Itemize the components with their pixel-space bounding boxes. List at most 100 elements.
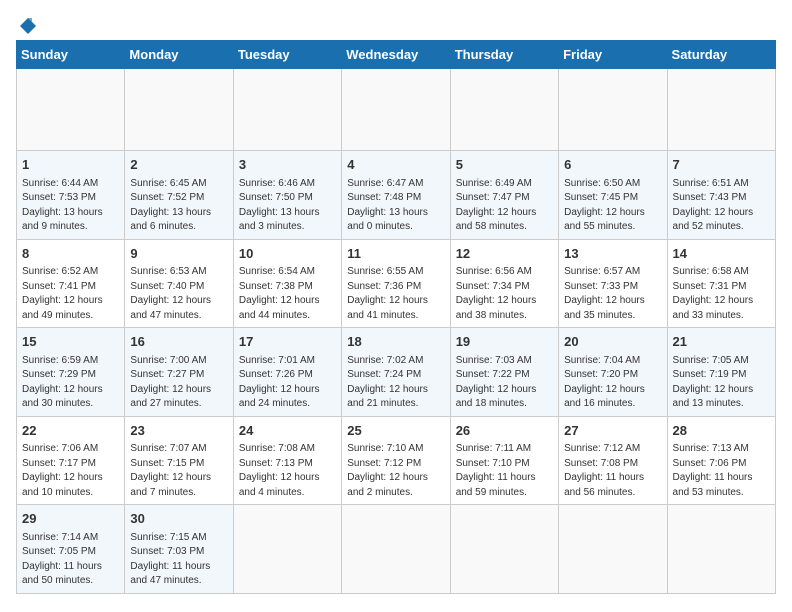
day-number: 26 <box>456 421 553 441</box>
calendar-week-row: 15Sunrise: 6:59 AMSunset: 7:29 PMDayligh… <box>17 328 776 417</box>
weekday-header-wednesday: Wednesday <box>342 41 450 69</box>
calendar-cell: 13Sunrise: 6:57 AMSunset: 7:33 PMDayligh… <box>559 239 667 328</box>
calendar-cell: 22Sunrise: 7:06 AMSunset: 7:17 PMDayligh… <box>17 416 125 505</box>
calendar-cell: 4Sunrise: 6:47 AMSunset: 7:48 PMDaylight… <box>342 151 450 240</box>
day-number: 3 <box>239 155 336 175</box>
day-info: Sunrise: 7:04 AMSunset: 7:20 PMDaylight:… <box>564 354 661 412</box>
day-info: Sunrise: 6:53 AMSunset: 7:40 PMDaylight:… <box>130 265 227 323</box>
day-number: 25 <box>347 421 444 441</box>
day-info: Sunrise: 7:01 AMSunset: 7:26 PMDaylight:… <box>239 354 336 412</box>
calendar-cell <box>125 69 233 151</box>
day-number: 1 <box>22 155 119 175</box>
day-info: Sunrise: 6:50 AMSunset: 7:45 PMDaylight:… <box>564 177 661 235</box>
day-info: Sunrise: 7:05 AMSunset: 7:19 PMDaylight:… <box>673 354 770 412</box>
day-info: Sunrise: 7:15 AMSunset: 7:03 PMDaylight:… <box>130 531 227 589</box>
calendar-cell: 10Sunrise: 6:54 AMSunset: 7:38 PMDayligh… <box>233 239 341 328</box>
day-info: Sunrise: 6:54 AMSunset: 7:38 PMDaylight:… <box>239 265 336 323</box>
calendar-table: SundayMondayTuesdayWednesdayThursdayFrid… <box>16 40 776 594</box>
weekday-header-saturday: Saturday <box>667 41 775 69</box>
calendar-cell: 11Sunrise: 6:55 AMSunset: 7:36 PMDayligh… <box>342 239 450 328</box>
day-info: Sunrise: 6:46 AMSunset: 7:50 PMDaylight:… <box>239 177 336 235</box>
calendar-week-row: 8Sunrise: 6:52 AMSunset: 7:41 PMDaylight… <box>17 239 776 328</box>
day-number: 21 <box>673 332 770 352</box>
calendar-cell: 26Sunrise: 7:11 AMSunset: 7:10 PMDayligh… <box>450 416 558 505</box>
day-number: 20 <box>564 332 661 352</box>
calendar-cell: 7Sunrise: 6:51 AMSunset: 7:43 PMDaylight… <box>667 151 775 240</box>
day-info: Sunrise: 6:55 AMSunset: 7:36 PMDaylight:… <box>347 265 444 323</box>
calendar-cell: 20Sunrise: 7:04 AMSunset: 7:20 PMDayligh… <box>559 328 667 417</box>
day-info: Sunrise: 6:52 AMSunset: 7:41 PMDaylight:… <box>22 265 119 323</box>
day-number: 28 <box>673 421 770 441</box>
calendar-cell <box>233 505 341 594</box>
day-info: Sunrise: 7:10 AMSunset: 7:12 PMDaylight:… <box>347 442 444 500</box>
day-info: Sunrise: 7:03 AMSunset: 7:22 PMDaylight:… <box>456 354 553 412</box>
calendar-cell: 6Sunrise: 6:50 AMSunset: 7:45 PMDaylight… <box>559 151 667 240</box>
day-info: Sunrise: 7:00 AMSunset: 7:27 PMDaylight:… <box>130 354 227 412</box>
weekday-header-sunday: Sunday <box>17 41 125 69</box>
calendar-cell: 15Sunrise: 6:59 AMSunset: 7:29 PMDayligh… <box>17 328 125 417</box>
day-number: 16 <box>130 332 227 352</box>
day-info: Sunrise: 6:44 AMSunset: 7:53 PMDaylight:… <box>22 177 119 235</box>
calendar-cell: 29Sunrise: 7:14 AMSunset: 7:05 PMDayligh… <box>17 505 125 594</box>
day-number: 6 <box>564 155 661 175</box>
day-info: Sunrise: 6:56 AMSunset: 7:34 PMDaylight:… <box>456 265 553 323</box>
calendar-cell: 19Sunrise: 7:03 AMSunset: 7:22 PMDayligh… <box>450 328 558 417</box>
calendar-cell <box>559 69 667 151</box>
day-info: Sunrise: 7:13 AMSunset: 7:06 PMDaylight:… <box>673 442 770 500</box>
day-number: 23 <box>130 421 227 441</box>
calendar-week-row: 22Sunrise: 7:06 AMSunset: 7:17 PMDayligh… <box>17 416 776 505</box>
calendar-cell <box>233 69 341 151</box>
day-number: 2 <box>130 155 227 175</box>
calendar-cell: 2Sunrise: 6:45 AMSunset: 7:52 PMDaylight… <box>125 151 233 240</box>
day-info: Sunrise: 6:59 AMSunset: 7:29 PMDaylight:… <box>22 354 119 412</box>
day-info: Sunrise: 7:07 AMSunset: 7:15 PMDaylight:… <box>130 442 227 500</box>
day-info: Sunrise: 6:49 AMSunset: 7:47 PMDaylight:… <box>456 177 553 235</box>
calendar-cell <box>667 505 775 594</box>
calendar-cell: 8Sunrise: 6:52 AMSunset: 7:41 PMDaylight… <box>17 239 125 328</box>
calendar-cell: 30Sunrise: 7:15 AMSunset: 7:03 PMDayligh… <box>125 505 233 594</box>
day-number: 13 <box>564 244 661 264</box>
calendar-cell: 17Sunrise: 7:01 AMSunset: 7:26 PMDayligh… <box>233 328 341 417</box>
day-info: Sunrise: 6:51 AMSunset: 7:43 PMDaylight:… <box>673 177 770 235</box>
day-number: 4 <box>347 155 444 175</box>
calendar-cell: 28Sunrise: 7:13 AMSunset: 7:06 PMDayligh… <box>667 416 775 505</box>
calendar-cell: 27Sunrise: 7:12 AMSunset: 7:08 PMDayligh… <box>559 416 667 505</box>
weekday-header-friday: Friday <box>559 41 667 69</box>
calendar-cell <box>559 505 667 594</box>
calendar-cell: 24Sunrise: 7:08 AMSunset: 7:13 PMDayligh… <box>233 416 341 505</box>
day-info: Sunrise: 6:58 AMSunset: 7:31 PMDaylight:… <box>673 265 770 323</box>
calendar-cell: 18Sunrise: 7:02 AMSunset: 7:24 PMDayligh… <box>342 328 450 417</box>
calendar-cell: 3Sunrise: 6:46 AMSunset: 7:50 PMDaylight… <box>233 151 341 240</box>
logo-icon <box>18 16 38 36</box>
day-info: Sunrise: 7:06 AMSunset: 7:17 PMDaylight:… <box>22 442 119 500</box>
day-number: 7 <box>673 155 770 175</box>
calendar-cell <box>450 69 558 151</box>
day-number: 10 <box>239 244 336 264</box>
day-number: 15 <box>22 332 119 352</box>
calendar-cell: 5Sunrise: 6:49 AMSunset: 7:47 PMDaylight… <box>450 151 558 240</box>
day-number: 8 <box>22 244 119 264</box>
weekday-header-thursday: Thursday <box>450 41 558 69</box>
day-info: Sunrise: 6:45 AMSunset: 7:52 PMDaylight:… <box>130 177 227 235</box>
day-number: 17 <box>239 332 336 352</box>
calendar-cell: 12Sunrise: 6:56 AMSunset: 7:34 PMDayligh… <box>450 239 558 328</box>
day-info: Sunrise: 7:08 AMSunset: 7:13 PMDaylight:… <box>239 442 336 500</box>
weekday-header-monday: Monday <box>125 41 233 69</box>
page-header <box>16 16 776 32</box>
day-number: 9 <box>130 244 227 264</box>
calendar-cell <box>342 69 450 151</box>
day-info: Sunrise: 7:11 AMSunset: 7:10 PMDaylight:… <box>456 442 553 500</box>
day-number: 14 <box>673 244 770 264</box>
day-number: 29 <box>22 509 119 529</box>
day-number: 11 <box>347 244 444 264</box>
day-number: 19 <box>456 332 553 352</box>
calendar-cell <box>17 69 125 151</box>
calendar-cell <box>450 505 558 594</box>
calendar-cell: 9Sunrise: 6:53 AMSunset: 7:40 PMDaylight… <box>125 239 233 328</box>
day-info: Sunrise: 6:47 AMSunset: 7:48 PMDaylight:… <box>347 177 444 235</box>
calendar-cell <box>667 69 775 151</box>
calendar-cell: 16Sunrise: 7:00 AMSunset: 7:27 PMDayligh… <box>125 328 233 417</box>
day-number: 12 <box>456 244 553 264</box>
day-number: 22 <box>22 421 119 441</box>
day-number: 5 <box>456 155 553 175</box>
